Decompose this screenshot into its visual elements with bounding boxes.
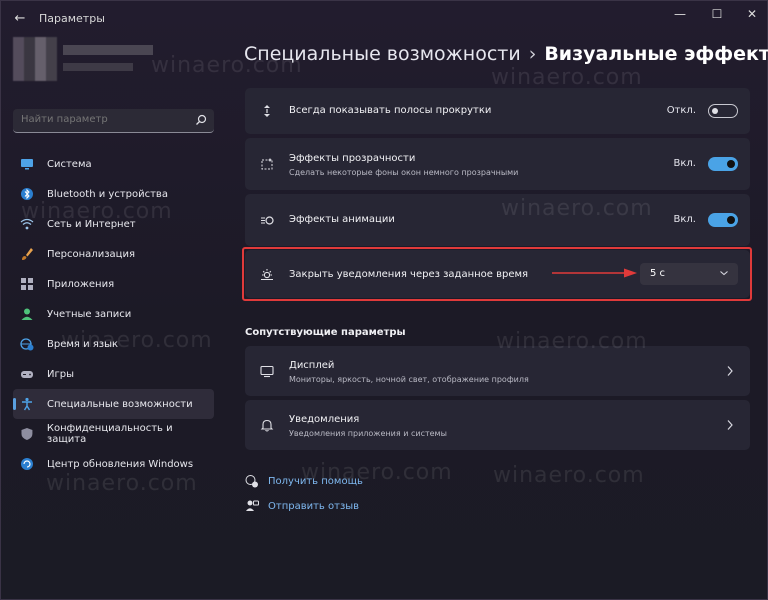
- sidebar-item-privacy[interactable]: Конфиденциальность и защита: [13, 419, 214, 449]
- related-card-display[interactable]: Дисплей Мониторы, яркость, ночной свет, …: [245, 346, 750, 396]
- shield-icon: [21, 428, 33, 440]
- search-input[interactable]: [21, 114, 181, 125]
- page-title: Визуальные эффекты: [544, 43, 768, 65]
- sidebar-item-label: Игры: [47, 368, 74, 380]
- sidebar-item-network[interactable]: Сеть и Интернет: [13, 209, 214, 239]
- settings-window: ← Параметры — ☐ ✕ Система Bluetooth и ус…: [0, 0, 768, 600]
- setting-card-animation: Эффекты анимации Вкл.: [245, 194, 750, 246]
- monitor-icon: [21, 159, 33, 170]
- gamepad-icon: [21, 371, 33, 378]
- sidebar-item-label: Учетные записи: [47, 308, 132, 320]
- back-arrow-icon: ←: [14, 11, 26, 26]
- scrollbars-toggle[interactable]: [708, 104, 738, 118]
- globe-clock-icon: [20, 338, 34, 351]
- sidebar-item-label: Сеть и Интернет: [47, 218, 136, 230]
- sidebar-item-label: Центр обновления Windows: [47, 458, 194, 470]
- toggle-state-label: Откл.: [666, 105, 696, 116]
- account-email-blurred: [63, 63, 133, 71]
- back-button[interactable]: ←: [11, 10, 29, 28]
- sidebar-item-windows-update[interactable]: Центр обновления Windows: [13, 449, 214, 479]
- breadcrumb-separator: ›: [528, 43, 537, 65]
- app-title: Параметры: [39, 12, 105, 25]
- watermark: winaero.com: [493, 463, 645, 488]
- apps-icon: [21, 278, 33, 290]
- search-icon[interactable]: [195, 114, 207, 126]
- setting-card-transparency: Эффекты прозрачности Сделать некоторые ф…: [245, 138, 750, 190]
- sidebar-item-accounts[interactable]: Учетные записи: [13, 299, 214, 329]
- sidebar-item-label: Время и язык: [47, 338, 119, 350]
- title-bar: ← Параметры — ☐ ✕: [1, 1, 768, 37]
- setting-title: Уведомления: [289, 414, 360, 425]
- sidebar-item-label: Приложения: [47, 278, 115, 290]
- setting-subtitle: Сделать некоторые фоны окон немного проз…: [289, 168, 519, 177]
- get-help-link[interactable]: Получить помощь: [245, 474, 363, 488]
- breadcrumb: Специальные возможности › Визуальные эффек…: [244, 43, 768, 65]
- accessibility-icon: [22, 397, 32, 411]
- sidebar-item-bluetooth[interactable]: Bluetooth и устройства: [13, 179, 214, 209]
- sidebar-item-label: Конфиденциальность и защита: [46, 423, 173, 445]
- setting-card-scrollbars: Всегда показывать полосы прокрутки Откл.: [245, 88, 750, 134]
- person-icon: [21, 308, 33, 320]
- setting-subtitle: Уведомления приложения и системы: [289, 429, 447, 438]
- scrollbar-icon: [264, 105, 270, 117]
- related-settings-heading: Сопутствующие параметры: [245, 327, 406, 338]
- transparency-icon: [261, 158, 273, 170]
- update-icon: [21, 458, 33, 470]
- display-icon: [260, 365, 274, 378]
- maximize-button[interactable]: ☐: [702, 5, 732, 23]
- bluetooth-icon: [21, 188, 33, 200]
- avatar[interactable]: [13, 37, 57, 81]
- link-label: Отправить отзыв: [268, 500, 360, 512]
- related-card-notifications[interactable]: Уведомления Уведомления приложения и сис…: [245, 400, 750, 450]
- chevron-right-icon: [727, 420, 733, 430]
- link-label: Получить помощь: [268, 475, 363, 487]
- brush-icon: [22, 248, 33, 260]
- sidebar-item-label: Специальные возможности: [47, 398, 193, 410]
- sidebar-item-personalization[interactable]: Персонализация: [13, 239, 214, 269]
- wifi-icon: [20, 218, 34, 230]
- help-icon: [245, 475, 258, 488]
- toggle-state-label: Вкл.: [673, 214, 696, 225]
- setting-title: Эффекты прозрачности: [289, 153, 416, 164]
- search-box[interactable]: [13, 109, 214, 133]
- sidebar-nav: Система Bluetooth и устройства Сеть и Ин…: [13, 149, 214, 479]
- sidebar-item-time-language[interactable]: Время и язык: [13, 329, 214, 359]
- send-feedback-link[interactable]: Отправить отзыв: [245, 499, 359, 513]
- sidebar-item-label: Персонализация: [47, 248, 135, 260]
- sidebar-item-accessibility[interactable]: Специальные возможности: [13, 389, 214, 419]
- animation-toggle[interactable]: [708, 213, 738, 227]
- setting-subtitle: Мониторы, яркость, ночной свет, отображе…: [289, 375, 529, 384]
- transparency-toggle[interactable]: [708, 157, 738, 171]
- animation-icon: [261, 216, 274, 225]
- bell-icon: [260, 419, 274, 432]
- setting-title: Всегда показывать полосы прокрутки: [289, 105, 492, 116]
- minimize-button[interactable]: —: [665, 5, 695, 23]
- watermark: winaero.com: [491, 65, 643, 90]
- toggle-state-label: Вкл.: [673, 158, 696, 169]
- setting-title: Эффекты анимации: [289, 214, 395, 225]
- breadcrumb-parent[interactable]: Специальные возможности: [244, 43, 521, 65]
- active-indicator: [13, 398, 16, 410]
- setting-title: Дисплей: [289, 360, 335, 371]
- sidebar-item-system[interactable]: Система: [13, 149, 214, 179]
- highlight-frame: [242, 247, 752, 301]
- close-button[interactable]: ✕: [737, 5, 767, 23]
- sidebar-item-gaming[interactable]: Игры: [13, 359, 214, 389]
- chevron-right-icon: [727, 366, 733, 376]
- sidebar-item-label: Bluetooth и устройства: [47, 188, 168, 200]
- sidebar-item-apps[interactable]: Приложения: [13, 269, 214, 299]
- account-name-blurred: [63, 45, 153, 55]
- feedback-icon: [246, 500, 259, 511]
- sidebar-item-label: Система: [47, 158, 92, 170]
